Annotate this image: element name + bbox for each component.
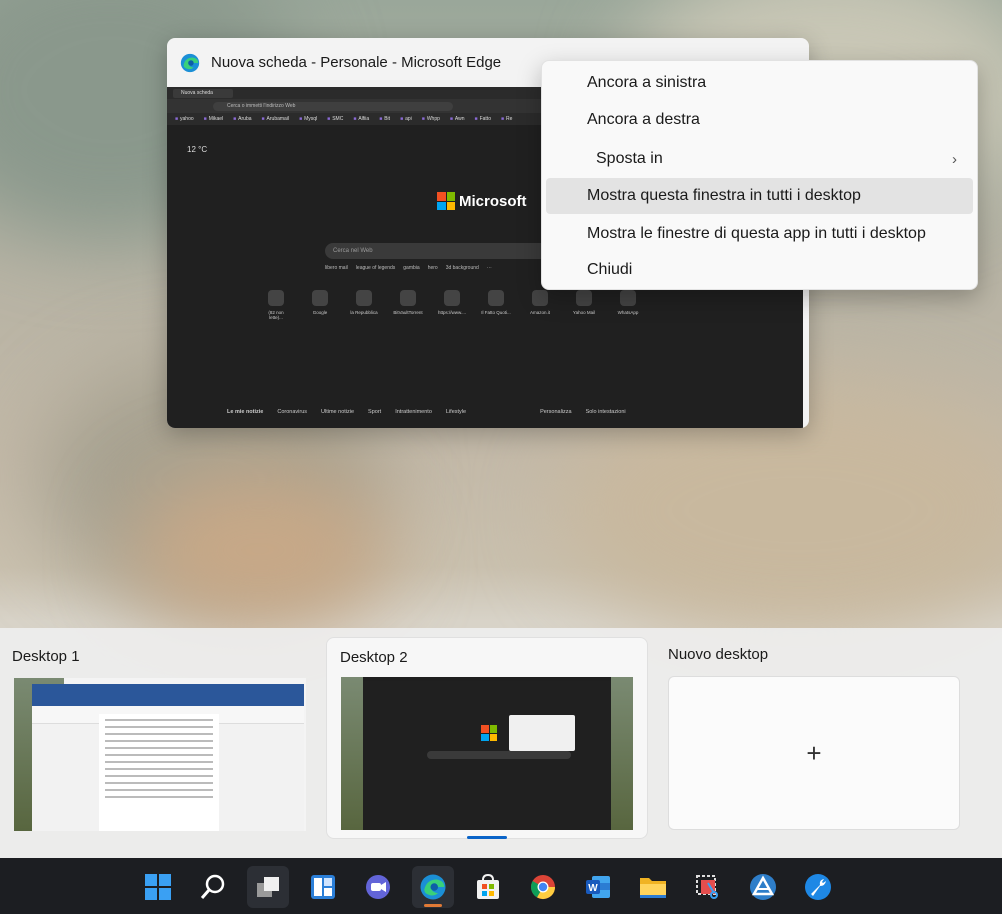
widgets-button[interactable] — [302, 866, 344, 908]
edge-icon — [180, 53, 200, 72]
desktop-2[interactable]: Desktop 2 — [326, 637, 648, 839]
site-tile: https://www.... — [437, 290, 467, 320]
news-bar: Le mie notizie Coronavirus Ultime notizie… — [227, 409, 626, 415]
desktop-thumbnail — [14, 678, 306, 831]
address-bar: Cerca o immetti l'indirizzo Web — [213, 101, 453, 111]
quick-links: libero mail league of legends gambia hero … — [325, 265, 492, 271]
file-explorer-button[interactable] — [632, 866, 674, 908]
desktop-thumbnail — [341, 677, 633, 830]
active-desktop-indicator — [467, 836, 507, 839]
plus-icon: + — [806, 737, 822, 768]
chat-button[interactable] — [357, 866, 399, 908]
new-desktop[interactable]: Nuovo desktop + — [668, 646, 960, 830]
site-tile: WhatsApp — [613, 290, 643, 320]
file-explorer-icon — [640, 878, 666, 898]
task-view-button[interactable] — [247, 866, 289, 908]
app-triangle-icon — [750, 874, 776, 900]
weather-widget: 12 °C — [187, 145, 208, 154]
chrome-icon — [530, 875, 555, 900]
app-triangle-button[interactable] — [742, 866, 784, 908]
microsoft-logo: Microsoft — [437, 192, 527, 210]
chevron-right-icon: › — [952, 150, 957, 168]
running-indicator — [424, 904, 442, 907]
desktop-label: Desktop 1 — [12, 648, 80, 665]
site-tile: BitVaultTorrent — [393, 290, 423, 320]
search-icon — [200, 874, 225, 899]
chat-icon — [366, 875, 390, 899]
desktop-label: Desktop 2 — [340, 649, 408, 666]
store-button[interactable] — [467, 866, 509, 908]
start-icon — [145, 874, 171, 900]
site-tile: Amazon.it — [525, 290, 555, 320]
menu-item-close[interactable]: Chiudi — [546, 252, 973, 288]
svg-text:W: W — [588, 883, 598, 894]
site-tile: (82 non lette)... — [261, 290, 291, 320]
app-wrench-button[interactable] — [797, 866, 839, 908]
window-title: Nuova scheda - Personale - Microsoft Edg… — [211, 54, 502, 71]
task-view-icon — [257, 877, 279, 897]
new-desktop-label: Nuovo desktop — [668, 646, 769, 663]
site-tile: Google — [305, 290, 335, 320]
word-icon: W — [586, 876, 610, 898]
edge-icon — [420, 874, 446, 900]
menu-item-snap-right[interactable]: Ancora a destra — [546, 102, 973, 138]
menu-item-show-app-all-desktops[interactable]: Mostra le finestre di questa app in tutt… — [546, 216, 973, 252]
widgets-icon — [311, 875, 335, 899]
desktop-1[interactable]: Desktop 1 — [0, 628, 318, 838]
new-desktop-button[interactable]: + — [668, 676, 960, 830]
store-icon — [477, 873, 499, 899]
snipping-tool-button[interactable] — [687, 866, 729, 908]
taskbar: W — [0, 858, 1002, 914]
menu-item-snap-left[interactable]: Ancora a sinistra — [546, 65, 973, 101]
site-tile: Yahoo Mail — [569, 290, 599, 320]
top-sites: (82 non lette)... Google la Repubblica B… — [261, 290, 643, 320]
search-button[interactable] — [192, 866, 234, 908]
chrome-button[interactable] — [522, 866, 564, 908]
menu-item-show-window-all-desktops[interactable]: Mostra questa finestra in tutti i deskto… — [546, 178, 973, 214]
snipping-tool-icon — [696, 875, 718, 899]
site-tile: Il Fatto Quoti... — [481, 290, 511, 320]
word-button[interactable]: W — [577, 866, 619, 908]
virtual-desktops-bar: Desktop 1 Desktop 2 Nuovo desktop + — [0, 628, 1002, 858]
browser-tab: Nuova scheda — [173, 88, 233, 98]
app-wrench-icon — [805, 874, 831, 900]
menu-item-move-to[interactable]: Sposta in › — [546, 141, 973, 177]
start-button[interactable] — [137, 866, 179, 908]
site-tile: la Repubblica — [349, 290, 379, 320]
context-menu: Ancora a sinistra Ancora a destra Sposta… — [541, 60, 978, 290]
edge-taskbar-button[interactable] — [412, 866, 454, 908]
